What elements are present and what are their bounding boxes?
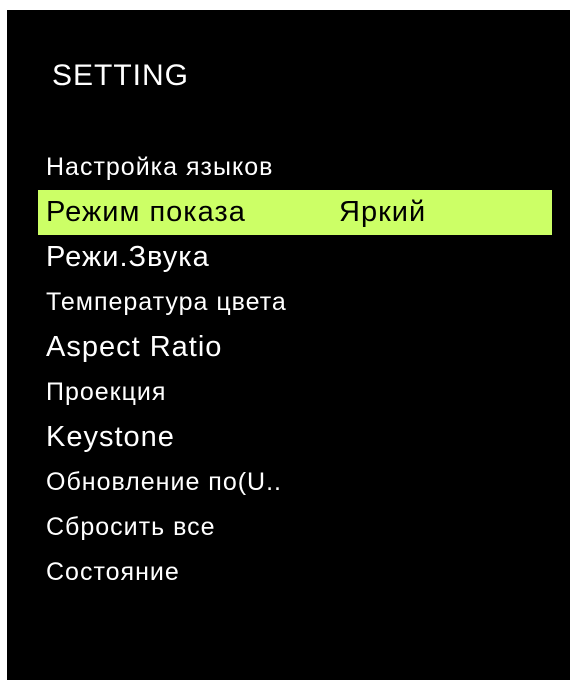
menu-item-status[interactable]: Состояние (7, 550, 570, 595)
menu-item-software-update[interactable]: Обновление по(U.. (7, 460, 570, 505)
menu-item-label: Температура цвета (46, 288, 287, 316)
menu-item-label: Режи.Звука (46, 241, 210, 273)
menu-item-aspect-ratio[interactable]: Aspect Ratio (7, 325, 570, 370)
settings-menu: Настройка языков Режим показа Яркий Режи… (7, 145, 570, 595)
menu-item-label: Настройка языков (46, 153, 274, 181)
menu-item-label: Aspect Ratio (46, 331, 223, 363)
menu-item-display-mode[interactable]: Режим показа Яркий (38, 190, 552, 235)
menu-item-label: Keystone (46, 421, 175, 453)
menu-item-color-temperature[interactable]: Температура цвета (7, 280, 570, 325)
menu-item-sound-mode[interactable]: Режи.Звука (7, 235, 570, 280)
menu-item-language-settings[interactable]: Настройка языков (7, 145, 570, 190)
menu-item-label: Проекция (46, 378, 167, 406)
menu-item-label: Обновление по(U.. (46, 468, 283, 496)
menu-item-label: Режим показа (46, 196, 246, 228)
menu-item-reset-all[interactable]: Сбросить все (7, 505, 570, 550)
menu-item-value: Яркий (339, 196, 427, 228)
page-title: SETTING (52, 59, 190, 92)
menu-item-label: Сбросить все (46, 513, 216, 541)
menu-item-projection[interactable]: Проекция (7, 370, 570, 415)
menu-item-keystone[interactable]: Keystone (7, 415, 570, 460)
menu-item-label: Состояние (46, 558, 180, 586)
osd-settings-panel: SETTING Настройка языков Режим показа Яр… (7, 10, 570, 680)
